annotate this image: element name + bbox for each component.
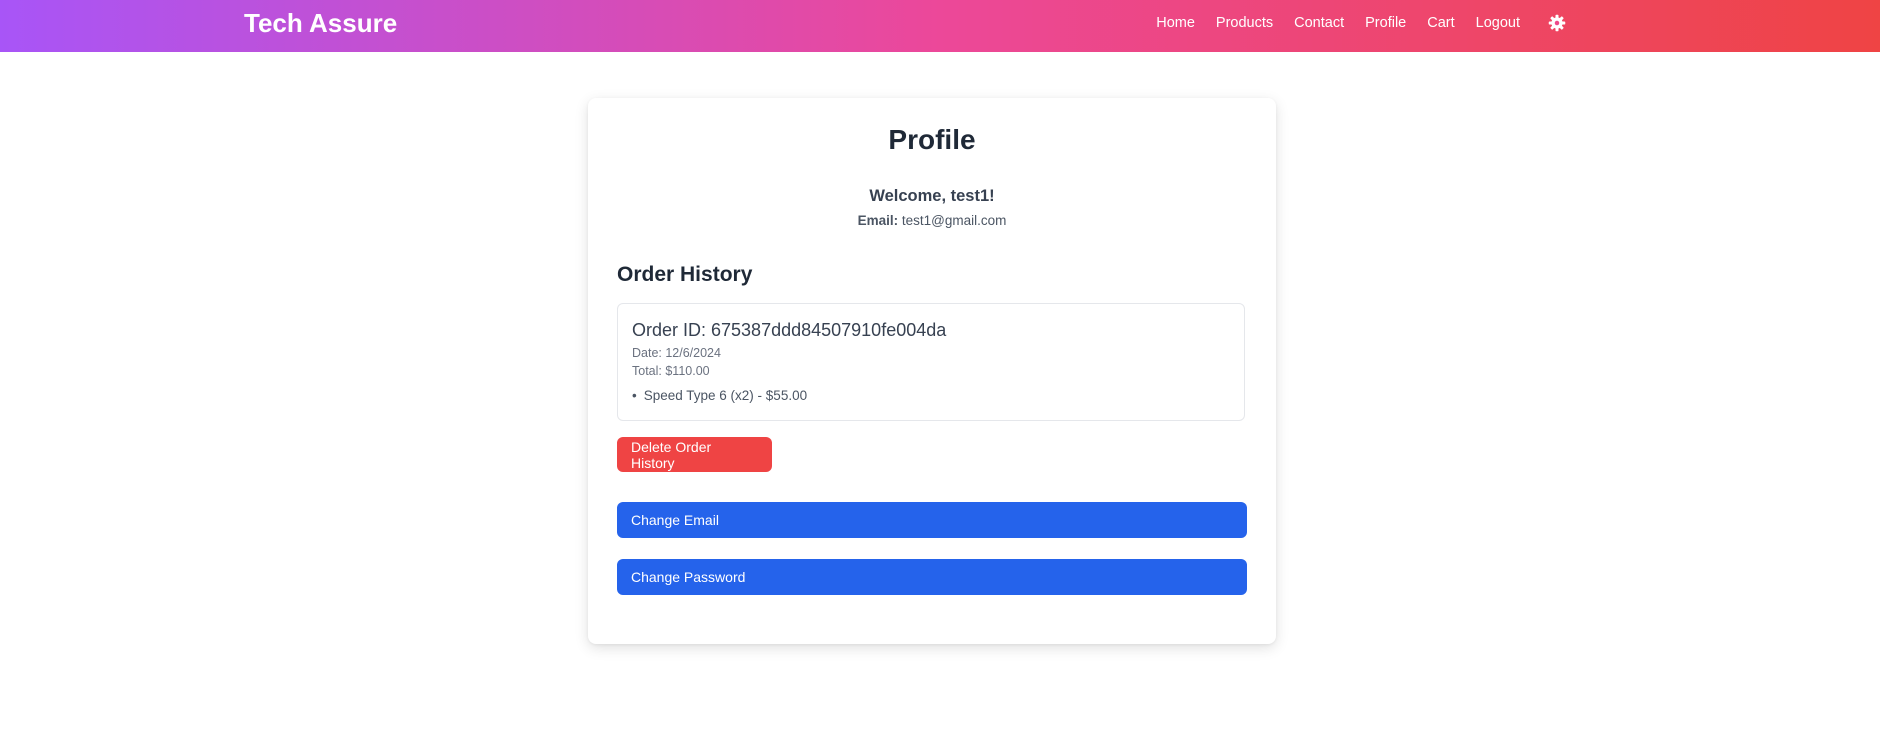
order-items-list: • Speed Type 6 (x2) - $55.00 (632, 388, 807, 403)
gear-icon[interactable] (1548, 14, 1566, 32)
order-history-title: Order History (617, 263, 753, 286)
top-navbar: Tech Assure Home Products Contact Profil… (0, 0, 1880, 52)
profile-card: Profile Welcome, test1! Email: test1@gma… (588, 98, 1276, 644)
change-password-button[interactable]: Change Password (617, 559, 1247, 595)
welcome-message: Welcome, test1! (869, 187, 995, 205)
email-line: Email: test1@gmail.com (588, 213, 1276, 228)
order-card: Order ID: 675387ddd84507910fe004da Date:… (617, 303, 1245, 421)
nav-link-contact[interactable]: Contact (1294, 15, 1344, 31)
nav-link-logout[interactable]: Logout (1476, 15, 1520, 31)
page-title: Profile (888, 124, 976, 155)
nav-link-home[interactable]: Home (1156, 15, 1195, 31)
nav-links: Home Products Contact Profile Cart Logou… (1135, 14, 1566, 32)
nav-link-products[interactable]: Products (1216, 15, 1273, 31)
order-date: Date: 12/6/2024 (632, 346, 721, 360)
nav-link-profile[interactable]: Profile (1365, 15, 1406, 31)
order-item-text: Speed Type 6 (x2) - $55.00 (643, 388, 808, 403)
nav-link-cart[interactable]: Cart (1427, 15, 1454, 31)
order-id: Order ID: 675387ddd84507910fe004da (632, 320, 947, 340)
delete-order-history-button[interactable]: Delete Order History (617, 437, 772, 472)
change-email-button[interactable]: Change Email (617, 502, 1247, 538)
bullet-icon: • (632, 388, 637, 403)
list-item: • Speed Type 6 (x2) - $55.00 (632, 388, 807, 403)
brand-logo[interactable]: Tech Assure (244, 8, 397, 39)
email-value: test1@gmail.com (901, 213, 1007, 228)
email-label: Email: (857, 213, 899, 228)
order-total: Total: $110.00 (632, 364, 710, 378)
